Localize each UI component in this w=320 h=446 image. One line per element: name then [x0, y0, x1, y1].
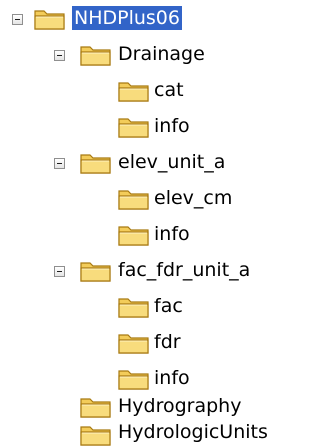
tree-node-label[interactable]: fac_fdr_unit_a	[116, 258, 252, 282]
folder-icon	[118, 296, 150, 318]
folder-icon	[80, 44, 112, 66]
folder-icon	[80, 152, 112, 174]
tree-node-label[interactable]: HydrologicUnits	[116, 420, 270, 444]
collapse-toggle-icon[interactable]	[54, 158, 65, 169]
tree-node-label[interactable]: Drainage	[116, 42, 207, 66]
folder-icon	[118, 116, 150, 138]
tree-node-label[interactable]: Hydrography	[116, 394, 243, 418]
folder-icon	[80, 396, 112, 418]
tree-node-label[interactable]: fdr	[152, 330, 183, 354]
folder-icon	[118, 224, 150, 246]
collapse-toggle-icon[interactable]	[54, 50, 65, 61]
folder-icon	[80, 260, 112, 282]
folder-icon	[118, 332, 150, 354]
tree-node-label[interactable]: info	[152, 114, 192, 138]
collapse-toggle-icon[interactable]	[12, 14, 23, 25]
tree-node-label[interactable]: NHDPlus06	[72, 6, 182, 30]
folder-icon	[118, 80, 150, 102]
tree-node-label[interactable]: cat	[152, 78, 186, 102]
tree-node-label[interactable]: fac	[152, 294, 185, 318]
folder-icon	[118, 188, 150, 210]
folder-tree: NHDPlus06 Drainage cat info elev_unit_a	[0, 0, 279, 446]
tree-node-label[interactable]: info	[152, 222, 192, 246]
tree-node-label[interactable]: elev_cm	[152, 186, 234, 210]
tree-node-label[interactable]: elev_unit_a	[116, 150, 227, 174]
collapse-toggle-icon[interactable]	[54, 266, 65, 277]
folder-icon	[34, 8, 66, 30]
tree-node-label[interactable]: info	[152, 366, 192, 390]
folder-icon	[80, 424, 112, 446]
folder-icon	[118, 368, 150, 390]
